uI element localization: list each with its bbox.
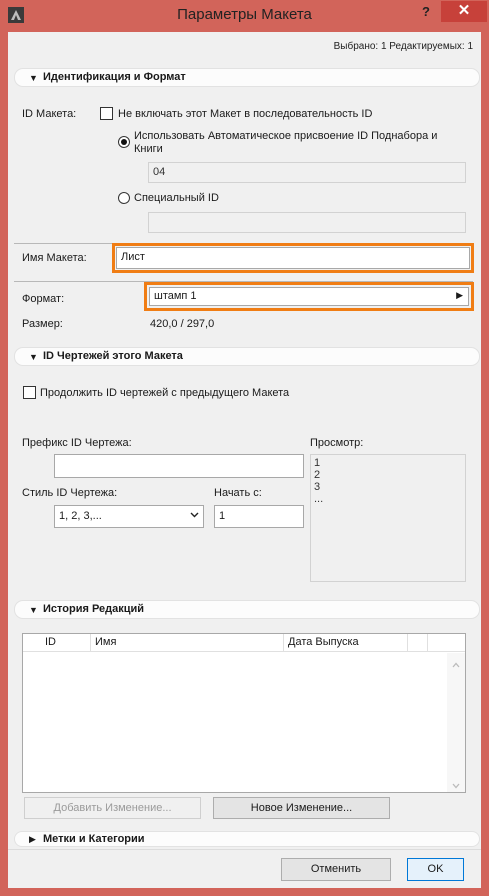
section-title: ID Чертежей этого Макета bbox=[43, 350, 183, 362]
style-label: Стиль ID Чертежа: bbox=[22, 487, 118, 499]
section-header-tags[interactable]: ▶ Метки и Категории bbox=[14, 831, 480, 847]
column-header-date[interactable]: Дата Выпуска bbox=[284, 634, 408, 652]
preview-label: Просмотр: bbox=[310, 437, 364, 449]
start-label: Начать с: bbox=[214, 487, 262, 499]
divider bbox=[8, 849, 481, 850]
collapse-triangle-icon: ▼ bbox=[29, 605, 38, 615]
continue-label: Продолжить ID чертежей с предыдущего Мак… bbox=[40, 387, 290, 399]
help-button[interactable]: ? bbox=[416, 2, 436, 22]
column-header-extra[interactable] bbox=[408, 634, 428, 652]
prefix-label: Префикс ID Чертежа: bbox=[22, 437, 132, 449]
revision-table[interactable]: ID Имя Дата Выпуска bbox=[22, 633, 466, 793]
preview-box: 1 2 3 ... bbox=[310, 454, 466, 582]
format-value: штамп 1 bbox=[154, 290, 197, 302]
ok-button[interactable]: OK bbox=[407, 858, 464, 881]
expand-triangle-icon: ▶ bbox=[29, 834, 36, 844]
preview-line: 3 bbox=[314, 481, 321, 493]
custom-id-field[interactable] bbox=[148, 212, 466, 233]
column-header-id[interactable]: ID bbox=[41, 634, 91, 652]
start-input[interactable]: 1 bbox=[214, 505, 304, 528]
style-select[interactable]: 1, 2, 3,... bbox=[54, 505, 204, 528]
layout-name-input[interactable]: Лист bbox=[116, 247, 470, 269]
scrollbar[interactable] bbox=[447, 653, 465, 792]
section-header-drawing-id[interactable]: ▼ ID Чертежей этого Макета bbox=[14, 347, 480, 366]
format-select[interactable]: штамп 1 ▶ bbox=[149, 287, 469, 306]
section-header-identification[interactable]: ▼ Идентификация и Формат bbox=[14, 68, 480, 87]
auto-id-radio[interactable] bbox=[118, 136, 130, 148]
layout-id-label: ID Макета: bbox=[22, 108, 77, 120]
exclude-checkbox[interactable] bbox=[100, 107, 113, 120]
section-title: Идентификация и Формат bbox=[43, 71, 186, 83]
custom-id-label: Специальный ID bbox=[134, 192, 219, 204]
selection-status: Выбрано: 1 Редактируемых: 1 bbox=[333, 41, 473, 52]
size-label: Размер: bbox=[22, 318, 63, 330]
preview-line: ... bbox=[314, 493, 324, 505]
scroll-down-icon[interactable] bbox=[452, 780, 460, 792]
scroll-up-icon[interactable] bbox=[452, 659, 460, 671]
exclude-label: Не включать этот Макет в последовательно… bbox=[118, 108, 373, 120]
cancel-button[interactable]: Отменить bbox=[281, 858, 391, 881]
preview-line: 1 bbox=[314, 457, 321, 469]
collapse-triangle-icon: ▼ bbox=[29, 352, 38, 362]
column-header-name[interactable]: Имя bbox=[91, 634, 284, 652]
add-revision-button[interactable]: Добавить Изменение... bbox=[24, 797, 201, 819]
preview-line: 2 bbox=[314, 469, 321, 481]
layout-name-label: Имя Макета: bbox=[22, 252, 87, 264]
section-title: Метки и Категории bbox=[43, 833, 145, 845]
style-value: 1, 2, 3,... bbox=[59, 510, 102, 522]
format-label: Формат: bbox=[22, 293, 65, 305]
custom-id-radio[interactable] bbox=[118, 192, 130, 204]
section-title: История Редакций bbox=[43, 603, 145, 615]
arrow-right-icon: ▶ bbox=[456, 290, 463, 300]
prefix-input[interactable] bbox=[54, 454, 304, 478]
dialog-body: Выбрано: 1 Редактируемых: 1 ▼ Идентифика… bbox=[8, 32, 481, 888]
auto-id-field[interactable]: 04 bbox=[148, 162, 466, 183]
auto-id-label: Использовать Автоматическое присвоение I… bbox=[134, 130, 438, 155]
new-revision-button[interactable]: Новое Изменение... bbox=[213, 797, 390, 819]
section-header-revision-history[interactable]: ▼ История Редакций bbox=[14, 600, 480, 619]
size-value: 420,0 / 297,0 bbox=[150, 318, 215, 330]
chevron-down-icon bbox=[190, 510, 199, 522]
continue-checkbox[interactable] bbox=[23, 386, 36, 399]
collapse-triangle-icon: ▼ bbox=[29, 73, 38, 83]
close-button[interactable]: ✕ bbox=[441, 1, 487, 22]
